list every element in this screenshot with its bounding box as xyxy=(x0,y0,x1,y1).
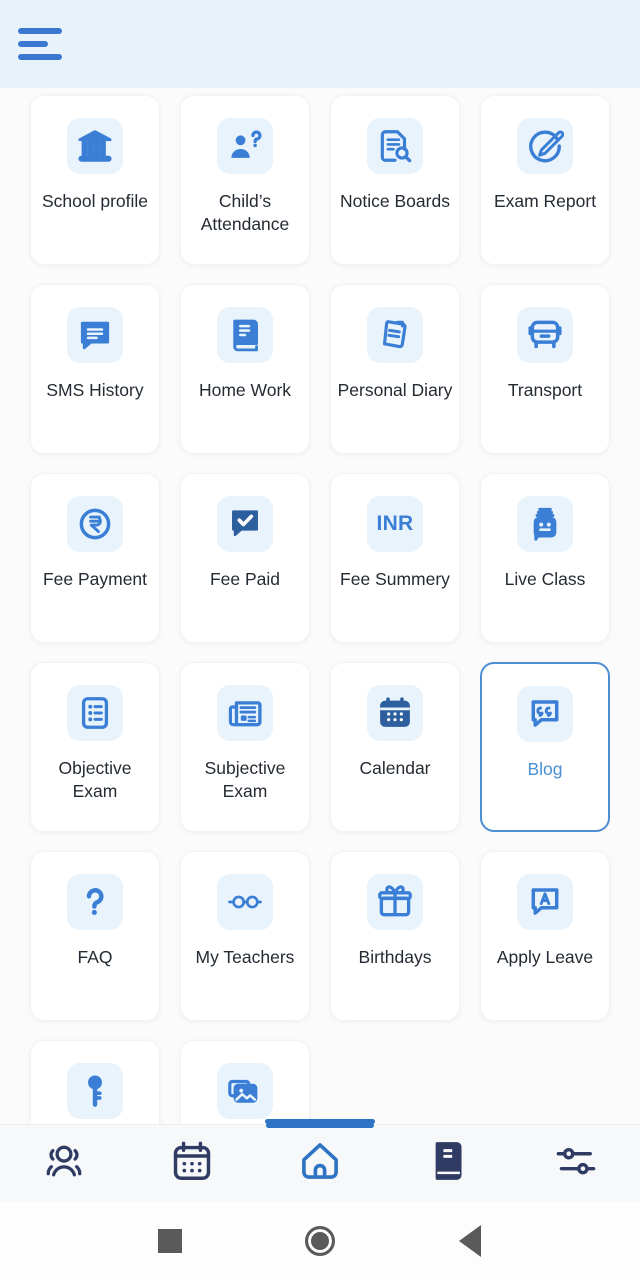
feature-card-label: Blog xyxy=(527,759,563,779)
feature-card[interactable]: Fee Paid xyxy=(180,473,310,643)
feature-card[interactable]: Notice Boards xyxy=(330,95,460,265)
hamburger-menu-icon[interactable] xyxy=(18,24,64,64)
bank-icon xyxy=(67,118,123,174)
inr-text-icon: INR xyxy=(367,496,423,552)
feature-card-label: Transport xyxy=(507,380,583,400)
feature-card[interactable]: FAQ xyxy=(30,851,160,1021)
feature-card-label: Fee Summery xyxy=(340,569,450,589)
feature-card-label: Personal Diary xyxy=(337,380,453,400)
feature-card-label: Apply Leave xyxy=(496,947,594,967)
feature-card[interactable]: Live Class xyxy=(480,473,610,643)
mobile-app-screen: School profile Child’s Attendance Notice B… xyxy=(0,0,640,1280)
feature-card[interactable]: INR Fee Summery xyxy=(330,473,460,643)
bottom-nav-item-users-group[interactable] xyxy=(0,1125,128,1202)
home-icon xyxy=(297,1138,343,1189)
home-circle-icon[interactable] xyxy=(245,1202,395,1280)
app-header xyxy=(0,0,640,88)
chat-lines-icon xyxy=(67,307,123,363)
feature-card-label: Calendar xyxy=(359,758,431,778)
feature-card-label: Fee Payment xyxy=(42,569,148,589)
document-search-icon xyxy=(367,118,423,174)
bottom-nav-item-book[interactable] xyxy=(384,1125,512,1202)
pencil-circle-icon xyxy=(517,118,573,174)
feature-grid: School profile Child’s Attendance Notice B… xyxy=(0,88,640,1124)
feature-card[interactable]: Child’s Attendance xyxy=(180,95,310,265)
feature-card-label: Notice Boards xyxy=(340,191,450,211)
feature-card-label: SMS History xyxy=(46,380,144,400)
feature-card[interactable]: School profile xyxy=(30,95,160,265)
feature-card[interactable] xyxy=(180,1040,310,1124)
android-system-navigation-bar xyxy=(0,1202,640,1280)
feature-card[interactable]: Fee Payment xyxy=(30,473,160,643)
feature-card[interactable]: SMS History xyxy=(30,284,160,454)
sliders-settings-icon xyxy=(553,1138,599,1189)
bus-icon xyxy=(517,307,573,363)
glasses-icon xyxy=(217,874,273,930)
gift-icon xyxy=(367,874,423,930)
bottom-nav-active-indicator xyxy=(266,1123,374,1128)
back-triangle-icon[interactable] xyxy=(395,1202,545,1280)
feature-card[interactable]: Subjective Exam xyxy=(180,662,310,832)
feature-card[interactable]: Apply Leave xyxy=(480,851,610,1021)
feature-card[interactable]: My Teachers xyxy=(180,851,310,1021)
feature-card[interactable]: Blog xyxy=(480,662,610,832)
chat-quote-icon xyxy=(517,686,573,742)
feature-card[interactable]: Objective Exam xyxy=(30,662,160,832)
diary-icon xyxy=(367,307,423,363)
checklist-icon xyxy=(67,685,123,741)
feature-card-label: FAQ xyxy=(77,947,113,967)
feature-card[interactable]: Birthdays xyxy=(330,851,460,1021)
feature-card-label: My Teachers xyxy=(195,947,295,967)
feature-card-label: Subjective Exam xyxy=(204,758,286,801)
feature-card[interactable]: Personal Diary xyxy=(330,284,460,454)
chat-letter-a-icon xyxy=(517,874,573,930)
calendar-icon xyxy=(367,685,423,741)
feature-card[interactable] xyxy=(30,1040,160,1124)
news-icon xyxy=(217,685,273,741)
feature-grid-scroll-area[interactable]: School profile Child’s Attendance Notice B… xyxy=(0,88,640,1124)
feature-card-label: Live Class xyxy=(504,569,586,589)
bottom-navigation-bar xyxy=(0,1123,640,1202)
person-question-icon xyxy=(217,118,273,174)
bottom-nav-item-sliders-settings[interactable] xyxy=(512,1125,640,1202)
rupee-circle-icon xyxy=(67,496,123,552)
feature-card-label: Objective Exam xyxy=(58,758,132,801)
users-group-icon xyxy=(41,1138,87,1189)
key-icon xyxy=(67,1063,123,1119)
question-mark-icon xyxy=(67,874,123,930)
bottom-nav-item-calendar[interactable] xyxy=(128,1125,256,1202)
feature-card[interactable]: Transport xyxy=(480,284,610,454)
bottom-nav-item-home[interactable] xyxy=(256,1123,384,1202)
feature-card-label: Exam Report xyxy=(493,191,597,211)
recents-square-icon[interactable] xyxy=(95,1202,245,1280)
feature-card-label: Birthdays xyxy=(358,947,432,967)
feature-card[interactable]: Exam Report xyxy=(480,95,610,265)
book-icon xyxy=(425,1138,471,1189)
calendar-icon xyxy=(169,1138,215,1189)
live-class-icon xyxy=(517,496,573,552)
feature-card[interactable]: Calendar xyxy=(330,662,460,832)
feature-card-label: Child’s Attendance xyxy=(200,191,290,234)
feature-card-label: School profile xyxy=(41,191,149,211)
feature-card-label: Fee Paid xyxy=(209,569,281,589)
feature-card-label: Home Work xyxy=(198,380,292,400)
feature-card[interactable]: Home Work xyxy=(180,284,310,454)
chat-check-icon xyxy=(217,496,273,552)
book-icon xyxy=(217,307,273,363)
photos-icon xyxy=(217,1063,273,1119)
